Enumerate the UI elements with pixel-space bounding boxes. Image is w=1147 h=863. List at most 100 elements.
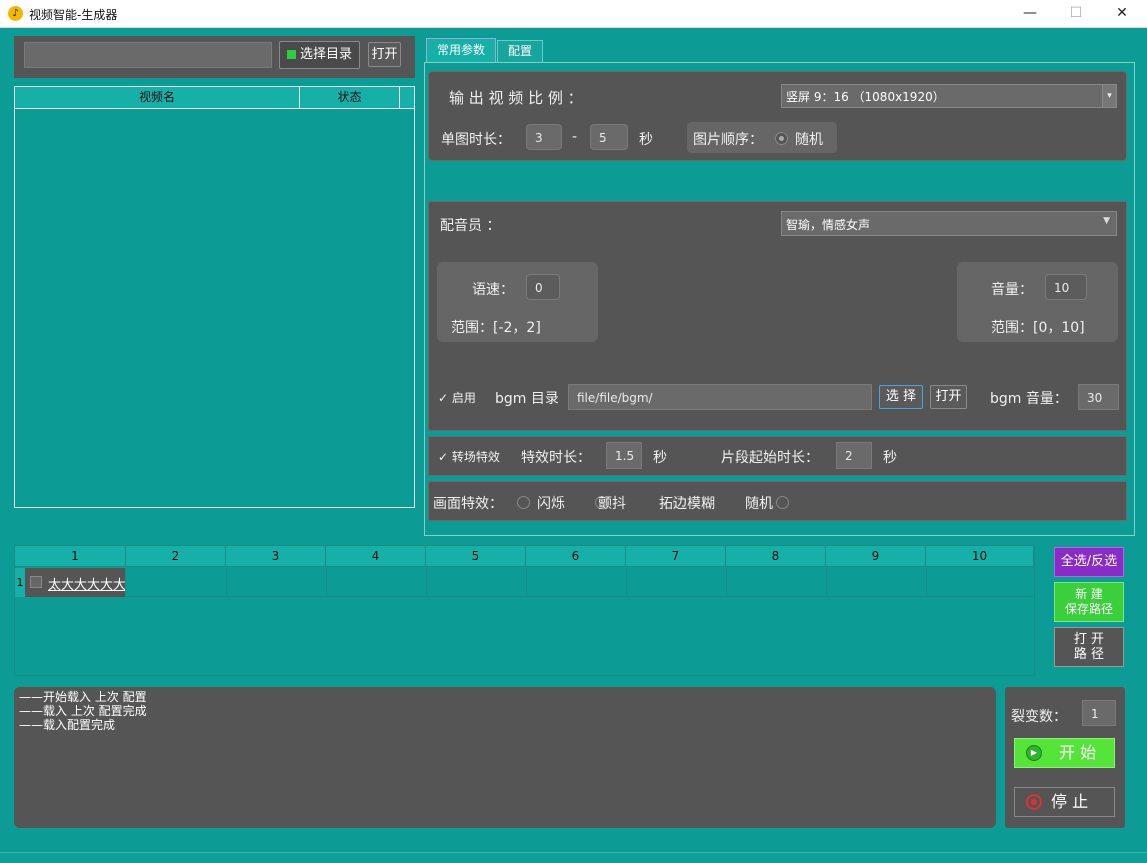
stop-icon xyxy=(1026,794,1042,810)
dash-label: - xyxy=(572,129,578,145)
bgm-select-button[interactable]: 选 择 xyxy=(879,385,923,409)
maximize-button[interactable]: ☐ xyxy=(1053,0,1099,28)
speed-group: 语速： 0 范围：[-2，2] xyxy=(437,262,598,342)
tab-config[interactable]: 配置 xyxy=(497,40,543,62)
video-list-header: 视频名 状态 xyxy=(15,87,414,109)
select-directory-button[interactable]: 选择目录 xyxy=(279,41,360,69)
video-list-table: 视频名 状态 xyxy=(14,86,415,508)
volume-input[interactable]: 10 xyxy=(1045,274,1087,300)
window-title: 视频智能-生成器 xyxy=(29,8,118,22)
title-bar: ♪ 视频智能-生成器 — ☐ ✕ xyxy=(0,0,1147,28)
open-path-button[interactable]: 打 开 路 径 xyxy=(1054,627,1124,667)
header-video-name[interactable]: 视频名 xyxy=(15,87,300,108)
close-button[interactable]: ✕ xyxy=(1099,0,1145,28)
volume-label: 音量： xyxy=(991,282,1033,298)
directory-path-input[interactable] xyxy=(24,42,272,68)
output-params-panel: 输 出 视 频 比 例 ： 竖屏 9：16 （1080x1920） ▾ 单图时长… xyxy=(428,71,1127,161)
bgm-open-button[interactable]: 打开 xyxy=(930,385,967,409)
grid-cell-selected[interactable]: 太大大大大大 xyxy=(25,568,126,597)
grid-header: 1 2 3 4 5 6 7 8 9 10 xyxy=(15,546,1034,567)
image-grid-table: 1 2 3 4 5 6 7 8 9 10 1 太大大大大大 xyxy=(14,545,1035,676)
seconds-label: 秒 xyxy=(639,132,653,148)
voice-panel: 配音员 ： 智瑜，情感女声 ▼ 语速： 0 范围：[-2，2] 音量： 10 范… xyxy=(428,201,1127,431)
start-button[interactable]: ▶ 开 始 xyxy=(1014,738,1115,768)
grid-col-header[interactable]: 7 xyxy=(626,546,726,567)
stop-button[interactable]: 停 止 xyxy=(1014,787,1115,817)
speed-input[interactable]: 0 xyxy=(526,274,560,300)
transition-enable-checkbox[interactable]: ✓ 转场特效 xyxy=(438,448,500,465)
clip-start-input[interactable]: 2 xyxy=(836,442,872,469)
grid-col-header[interactable]: 10 xyxy=(926,546,1034,567)
bgm-dir-label: bgm 目录 xyxy=(495,391,559,407)
order-random-radio[interactable] xyxy=(775,132,788,145)
split-count-input[interactable]: 1 xyxy=(1082,700,1116,726)
speed-range: 范围：[-2，2] xyxy=(451,320,541,336)
split-count-label: 裂变数： xyxy=(1011,709,1067,725)
cell-filename: 太大大大大大 xyxy=(48,578,125,593)
new-save-path-button[interactable]: 新 建 保存路径 xyxy=(1054,582,1124,622)
minimize-button[interactable]: — xyxy=(1007,0,1053,28)
clip-seconds-label: 秒 xyxy=(883,450,897,466)
single-duration-min-input[interactable]: 3 xyxy=(526,124,562,150)
green-status-icon xyxy=(286,50,296,59)
bgm-volume-input[interactable]: 30 xyxy=(1078,384,1119,410)
bgm-path-input[interactable]: file/file/bgm/ xyxy=(568,384,872,410)
grid-col-header[interactable]: 2 xyxy=(126,546,226,567)
log-line: ——载入配置完成 xyxy=(19,718,116,732)
ratio-label: 输 出 视 频 比 例 ： xyxy=(449,89,583,107)
select-directory-label: 选择目录 xyxy=(299,47,352,62)
effect-random-radio[interactable] xyxy=(776,496,790,509)
log-line: ——载入 上次 配置完成 xyxy=(19,704,147,718)
chevron-down-icon: ▼ xyxy=(1103,216,1110,226)
checkmark-icon: ✓ xyxy=(438,450,449,464)
clip-start-label: 片段起始时长： xyxy=(721,450,819,466)
stop-label: 停 止 xyxy=(1051,792,1089,811)
effect-edge-blur-label: 拓边模糊 xyxy=(659,496,715,512)
bgm-volume-label: bgm 音量： xyxy=(990,391,1068,407)
single-duration-max-input[interactable]: 5 xyxy=(590,124,628,150)
transition-panel: ✓ 转场特效 特效时长： 1.5 秒 片段起始时长： 2 秒 xyxy=(428,436,1127,476)
grid-col-header[interactable]: 3 xyxy=(226,546,326,567)
grid-col-header[interactable]: 8 xyxy=(726,546,826,567)
single-duration-label: 单图时长： xyxy=(441,132,511,148)
tab-common-params[interactable]: 常用参数 xyxy=(426,38,496,62)
grid-col-header[interactable]: 4 xyxy=(326,546,426,567)
grid-row: 1 太大大大大大 xyxy=(15,568,1034,597)
bgm-enable-label: 启用 xyxy=(451,391,476,405)
log-line: ——开始载入 上次 配置 xyxy=(19,690,147,704)
effect-random-label: 随机 xyxy=(745,496,773,512)
dubber-select[interactable]: 智瑜，情感女声 ▼ xyxy=(781,211,1117,236)
select-all-button[interactable]: 全选/反选 xyxy=(1054,547,1124,577)
directory-bar: 选择目录 打开 xyxy=(14,36,415,78)
play-icon: ▶ xyxy=(1026,745,1042,761)
grid-col-header[interactable]: 5 xyxy=(426,546,526,567)
log-panel: ——开始载入 上次 配置 ——载入 上次 配置完成 ——载入配置完成 xyxy=(14,687,996,828)
effect-duration-input[interactable]: 1.5 xyxy=(606,442,642,469)
grid-col-header[interactable]: 6 xyxy=(526,546,626,567)
image-order-label: 图片顺序： xyxy=(693,132,763,148)
grid-col-header[interactable]: 1 xyxy=(25,546,126,567)
grid-col-header[interactable]: 9 xyxy=(826,546,926,567)
speed-label: 语速： xyxy=(472,282,514,298)
volume-group: 音量： 10 范围：[0，10] xyxy=(957,262,1118,342)
chevron-down-icon: ▾ xyxy=(1102,85,1116,107)
order-random-label: 随机 xyxy=(795,132,823,148)
effect-flash-label: 闪烁 xyxy=(537,496,565,512)
grid-row-number: 1 xyxy=(15,568,25,597)
bgm-enable-checkbox[interactable]: ✓ 启用 xyxy=(438,389,476,406)
run-panel: 裂变数： 1 ▶ 开 始 停 止 xyxy=(1005,687,1125,828)
effect-seconds-label: 秒 xyxy=(653,450,667,466)
ratio-value: 竖屏 9：16 （1080x1920） xyxy=(786,90,945,104)
effect-flash-radio[interactable] xyxy=(517,496,530,509)
app-logo-icon: ♪ xyxy=(8,6,23,21)
status-strip xyxy=(0,852,1147,863)
ratio-select[interactable]: 竖屏 9：16 （1080x1920） ▾ xyxy=(781,84,1117,108)
effect-duration-label: 特效时长： xyxy=(521,450,591,466)
checkmark-icon: ✓ xyxy=(438,391,449,405)
open-directory-button[interactable]: 打开 xyxy=(368,42,401,67)
effect-shake-label: 颤抖 xyxy=(598,496,626,512)
cell-checkbox[interactable] xyxy=(30,576,42,588)
effects-label: 画面特效： xyxy=(433,496,503,512)
header-status[interactable]: 状态 xyxy=(300,87,400,108)
dubber-label: 配音员 ： xyxy=(440,218,501,234)
